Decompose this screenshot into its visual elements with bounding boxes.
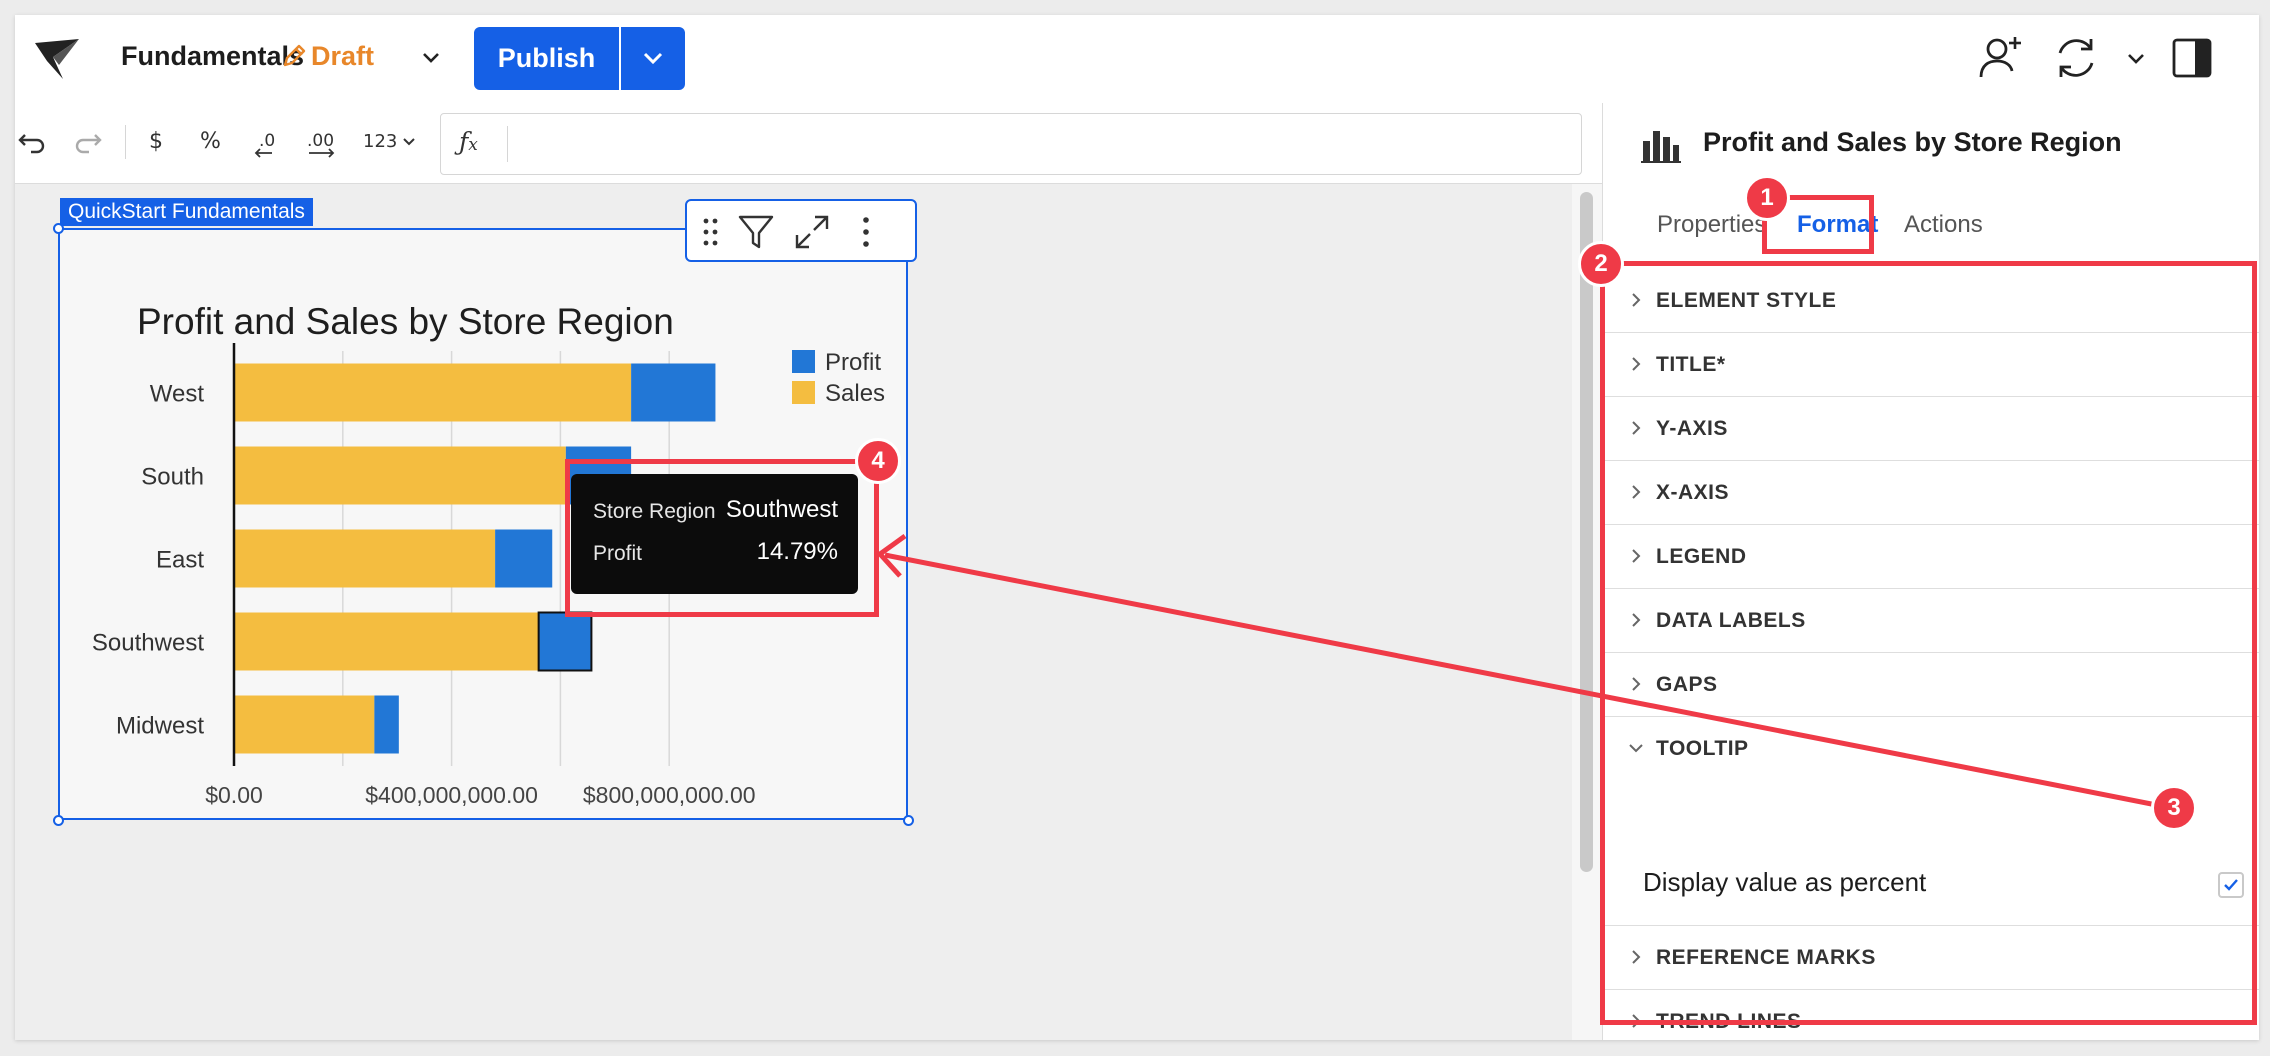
annotation-badge-4: 4 (855, 438, 901, 484)
annotation-badge-2: 2 (1578, 241, 1624, 287)
annotation-badge-1: 1 (1744, 175, 1790, 221)
annotation-box-format-sections (1600, 261, 2257, 1025)
annotation-badge-3: 3 (2151, 785, 2197, 831)
annotation-box-tooltip (565, 459, 879, 617)
